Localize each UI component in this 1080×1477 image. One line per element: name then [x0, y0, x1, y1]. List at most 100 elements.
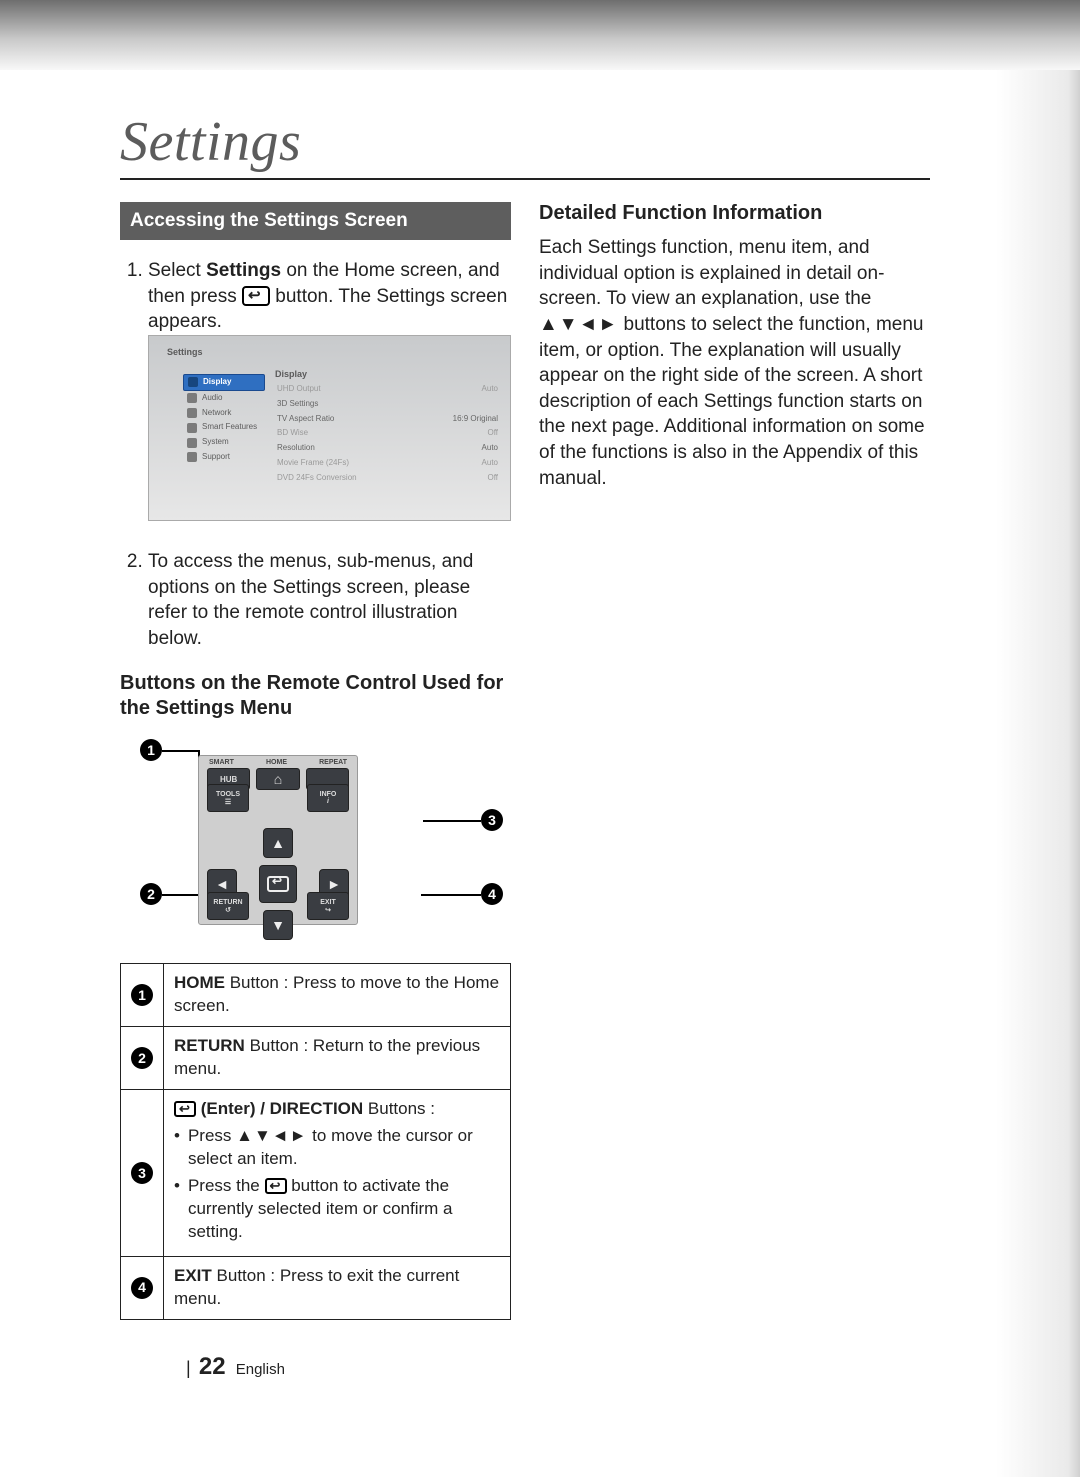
tv-row: BD Wise Off — [275, 426, 500, 441]
row-bold: RETURN — [174, 1036, 245, 1055]
return-button: RETURN↺ — [207, 892, 249, 920]
footer-language: English — [236, 1361, 285, 1378]
page-shadow-top — [0, 0, 1080, 70]
tools-label: TOOLS — [216, 791, 240, 798]
remote-illustration: 1 2 3 4 SMART HOME REPEAT — [120, 737, 511, 937]
callout-4: 4 — [481, 883, 503, 905]
callout-line — [423, 820, 481, 822]
up-button: ▲ — [263, 828, 293, 858]
system-icon — [187, 438, 197, 448]
bullet-2: Press the button to activate the current… — [174, 1175, 500, 1244]
tools-button: TOOLS☰ — [207, 784, 249, 812]
row-text: Button : Press to exit the current menu. — [174, 1266, 459, 1308]
tv-row-value: Auto — [482, 458, 498, 469]
callout-2: 2 — [140, 883, 162, 905]
tv-sidebar-label: Audio — [202, 393, 222, 404]
page-number: 22 — [199, 1353, 226, 1380]
tv-sidebar-label: Network — [202, 408, 231, 419]
info-label: INFO — [320, 791, 337, 798]
tv-sidebar-item-system: System — [183, 435, 265, 450]
smart-icon — [187, 423, 197, 433]
tv-row-value: Auto — [482, 443, 498, 454]
tv-sidebar-item-support: Support — [183, 450, 265, 465]
tv-row: DVD 24Fs Conversion Off — [275, 471, 500, 486]
step-1: Select Settings on the Home screen, and … — [148, 258, 511, 521]
bullet-text: Press the — [188, 1176, 265, 1195]
tv-row-value: Auto — [482, 384, 498, 395]
tv-row-label: UHD Output — [277, 384, 321, 395]
tv-row: 3D Settings — [275, 397, 500, 412]
callout-1: 1 — [140, 739, 162, 761]
tv-main-title: Display — [275, 368, 500, 380]
tv-sidebar-label: System — [202, 437, 229, 448]
callout-line — [421, 894, 481, 896]
right-text-a: Each Settings function, menu item, and i… — [539, 237, 884, 309]
label-home: HOME — [266, 759, 287, 766]
table-row: 1 HOME Button : Press to move to the Hom… — [121, 964, 511, 1027]
label-smart: SMART — [209, 759, 234, 766]
row-title-bold: (Enter) / DIRECTION — [201, 1099, 363, 1118]
exit-icon: ↪ — [325, 906, 331, 914]
direction-arrows-icon: ▲▼◄► — [236, 1126, 307, 1145]
right-text-b: buttons to select the function, menu ite… — [539, 314, 925, 489]
direction-arrows-icon: ▲▼◄► — [539, 314, 618, 335]
tv-row-label: TV Aspect Ratio — [277, 414, 334, 425]
enter-icon — [265, 1178, 287, 1194]
tv-row-label: Resolution — [277, 443, 315, 454]
tv-sidebar-label: Smart Features — [202, 422, 257, 433]
tv-main-panel: Display UHD Output Auto 3D Settings TV As… — [275, 368, 500, 486]
enter-icon — [267, 876, 289, 892]
tv-sidebar-item-smart: Smart Features — [183, 420, 265, 435]
table-row: 3 (Enter) / DIRECTION Buttons : Press ▲▼… — [121, 1090, 511, 1257]
row-number: 3 — [131, 1162, 153, 1184]
callout-line — [162, 750, 198, 752]
row-title-text: Buttons : — [363, 1099, 435, 1118]
return-label: RETURN — [213, 899, 242, 906]
row-number: 4 — [131, 1277, 153, 1299]
tools-icon: ☰ — [225, 798, 231, 806]
tv-row-value: 16:9 Original — [453, 414, 498, 425]
tv-row-value: Off — [487, 473, 498, 484]
page-shadow-right — [960, 70, 1080, 1477]
display-icon — [188, 377, 198, 387]
tv-sidebar-label: Display — [203, 377, 231, 388]
exit-button: EXIT↪ — [307, 892, 349, 920]
tv-row-label: DVD 24Fs Conversion — [277, 473, 357, 484]
bullet-text: Press — [188, 1126, 236, 1145]
steps-list: Select Settings on the Home screen, and … — [120, 258, 511, 651]
page-footer: | 22 English — [186, 1353, 285, 1381]
row-bold: HOME — [174, 973, 225, 992]
right-heading: Detailed Function Information — [539, 202, 930, 225]
table-row: 4 EXIT Button : Press to exit the curren… — [121, 1256, 511, 1319]
row-bold: EXIT — [174, 1266, 212, 1285]
step1-text-a: Select — [148, 260, 206, 281]
page-title: Settings — [120, 110, 930, 180]
enter-button — [259, 865, 297, 903]
tv-sidebar-item-display: Display — [183, 374, 265, 391]
tv-row-label: Movie Frame (24Fs) — [277, 458, 349, 469]
tv-sidebar-label: Support — [202, 452, 230, 463]
row-number: 1 — [131, 984, 153, 1006]
table-row: 2 RETURN Button : Return to the previous… — [121, 1027, 511, 1090]
tv-row: Resolution Auto — [275, 441, 500, 456]
tv-row: Movie Frame (24Fs) Auto — [275, 456, 500, 471]
enter-icon — [242, 286, 270, 306]
home-button: ⌂ — [256, 768, 299, 790]
right-body: Each Settings function, menu item, and i… — [539, 235, 930, 491]
tv-row: TV Aspect Ratio 16:9 Original — [275, 412, 500, 427]
exit-label: EXIT — [320, 899, 336, 906]
info-icon: i — [327, 798, 329, 805]
step-2: To access the menus, sub-menus, and opti… — [148, 549, 511, 652]
settings-screen-illustration: Settings Display Audio Network Smart Fea… — [148, 335, 511, 521]
row-number: 2 — [131, 1047, 153, 1069]
remote-buttons-table: 1 HOME Button : Press to move to the Hom… — [120, 963, 511, 1319]
tv-row-label: BD Wise — [277, 428, 308, 439]
callout-3: 3 — [481, 809, 503, 831]
audio-icon — [187, 393, 197, 403]
return-icon: ↺ — [225, 906, 231, 914]
network-icon — [187, 408, 197, 418]
tv-row-value: Off — [487, 428, 498, 439]
remote-body: SMART HOME REPEAT HUB ⌂ TOOLS☰ INFOi — [198, 755, 358, 925]
info-button: INFOi — [307, 784, 349, 812]
tv-sidebar-item-audio: Audio — [183, 391, 265, 406]
